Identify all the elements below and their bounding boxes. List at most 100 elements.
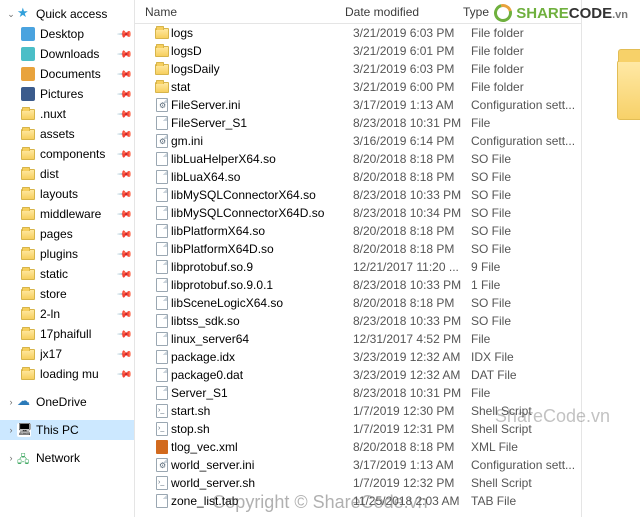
file-row[interactable]: logsD3/21/2019 6:01 PMFile folder [135, 42, 581, 60]
file-row[interactable]: logs3/21/2019 6:03 PMFile folder [135, 24, 581, 42]
pin-icon: 📌 [116, 86, 132, 102]
nav-desktop[interactable]: Desktop 📌 [0, 24, 134, 44]
watermark-logo: SHARECODE.vn [494, 4, 628, 22]
folder-icon [20, 266, 36, 282]
file-row[interactable]: libLuaX64.so8/20/2018 8:18 PMSO File [135, 168, 581, 186]
nav-pinned-folder[interactable]: 17phaifull📌 [0, 324, 134, 344]
file-row[interactable]: world_server.ini3/17/2019 1:13 AMConfigu… [135, 456, 581, 474]
file-date: 3/17/2019 1:13 AM [353, 458, 471, 472]
file-date: 12/21/2017 11:20 ... [353, 260, 471, 274]
file-date: 3/17/2019 1:13 AM [353, 98, 471, 112]
file-row[interactable]: stat3/21/2019 6:00 PMFile folder [135, 78, 581, 96]
folder-icon [20, 206, 36, 222]
nav-pinned-folder[interactable]: store📌 [0, 284, 134, 304]
file-row[interactable]: logsDaily3/21/2019 6:03 PMFile folder [135, 60, 581, 78]
nav-onedrive[interactable]: › OneDrive [0, 392, 134, 412]
file-row[interactable]: libtss_sdk.so8/23/2018 10:33 PMSO File [135, 312, 581, 330]
file-type: Configuration sett... [471, 98, 581, 112]
file-type: File folder [471, 44, 581, 58]
file-row[interactable]: libLuaHelperX64.so8/20/2018 8:18 PMSO Fi… [135, 150, 581, 168]
nav-pinned-folder[interactable]: jx17📌 [0, 344, 134, 364]
file-date: 1/7/2019 12:32 PM [353, 476, 471, 490]
onedrive-icon [16, 394, 32, 410]
file-icon [153, 116, 171, 130]
nav-pinned-folder[interactable]: pages📌 [0, 224, 134, 244]
file-row[interactable]: libSceneLogicX64.so8/20/2018 8:18 PMSO F… [135, 294, 581, 312]
file-date: 1/7/2019 12:31 PM [353, 422, 471, 436]
nav-pinned-folder[interactable]: middleware📌 [0, 204, 134, 224]
file-name: world_server.sh [171, 476, 353, 490]
file-name: libprotobuf.so.9 [171, 260, 353, 274]
file-name: logs [171, 26, 353, 40]
file-icon [153, 188, 171, 202]
file-name: libPlatformX64D.so [171, 242, 353, 256]
file-name: world_server.ini [171, 458, 353, 472]
file-icon [153, 224, 171, 238]
file-type: Configuration sett... [471, 134, 581, 148]
file-rows: logs3/21/2019 6:03 PMFile folderlogsD3/2… [135, 24, 581, 517]
file-row[interactable]: package0.dat3/23/2019 12:32 AMDAT File [135, 366, 581, 384]
nav-pinned-folder[interactable]: layouts📌 [0, 184, 134, 204]
folder-icon [20, 366, 36, 382]
file-icon [153, 152, 171, 166]
downloads-icon [20, 46, 36, 62]
logo-ring-icon [491, 1, 516, 26]
nav-network[interactable]: › Network [0, 448, 134, 468]
header-date[interactable]: Date modified [343, 0, 461, 23]
file-row[interactable]: Server_S18/23/2018 10:31 PMFile [135, 384, 581, 402]
file-date: 3/21/2019 6:01 PM [353, 44, 471, 58]
nav-pinned-folder[interactable]: assets📌 [0, 124, 134, 144]
file-row[interactable]: libprotobuf.so.912/21/2017 11:20 ...9 Fi… [135, 258, 581, 276]
folder-icon [20, 166, 36, 182]
folder-icon [20, 326, 36, 342]
file-explorer-window: ⌄ Quick access Desktop 📌 Downloads 📌 Doc… [0, 0, 640, 517]
file-row[interactable]: libMySQLConnectorX64.so8/23/2018 10:33 P… [135, 186, 581, 204]
file-type: SO File [471, 242, 581, 256]
file-type: File folder [471, 26, 581, 40]
nav-this-pc[interactable]: › This PC [0, 420, 134, 440]
header-name[interactable]: Name [143, 0, 343, 23]
pin-icon: 📌 [116, 106, 132, 122]
file-icon [153, 350, 171, 364]
folder-icon [20, 306, 36, 322]
nav-pinned-folder[interactable]: loading mu📌 [0, 364, 134, 384]
nav-label: 2-ln [40, 307, 118, 321]
file-row[interactable]: libprotobuf.so.9.0.18/23/2018 10:33 PM1 … [135, 276, 581, 294]
nav-pinned-folder[interactable]: components📌 [0, 144, 134, 164]
file-date: 1/7/2019 12:30 PM [353, 404, 471, 418]
file-row[interactable]: libPlatformX64D.so8/20/2018 8:18 PMSO Fi… [135, 240, 581, 258]
file-name: libSceneLogicX64.so [171, 296, 353, 310]
pin-icon: 📌 [116, 246, 132, 262]
nav-pinned-folder[interactable]: 2-ln📌 [0, 304, 134, 324]
file-row[interactable]: FileServer.ini3/17/2019 1:13 AMConfigura… [135, 96, 581, 114]
nav-pictures[interactable]: Pictures 📌 [0, 84, 134, 104]
file-row[interactable]: libMySQLConnectorX64D.so8/23/2018 10:34 … [135, 204, 581, 222]
file-row[interactable]: linux_server6412/31/2017 4:52 PMFile [135, 330, 581, 348]
nav-documents[interactable]: Documents 📌 [0, 64, 134, 84]
file-row[interactable]: FileServer_S18/23/2018 10:31 PMFile [135, 114, 581, 132]
nav-pinned-folder[interactable]: static📌 [0, 264, 134, 284]
nav-pinned-folder[interactable]: .nuxt📌 [0, 104, 134, 124]
file-row[interactable]: gm.ini3/16/2019 6:14 PMConfiguration set… [135, 132, 581, 150]
file-type: Configuration sett... [471, 458, 581, 472]
file-name: libprotobuf.so.9.0.1 [171, 278, 353, 292]
nav-downloads[interactable]: Downloads 📌 [0, 44, 134, 64]
nav-pinned-folder[interactable]: dist📌 [0, 164, 134, 184]
nav-pinned-folder[interactable]: plugins📌 [0, 244, 134, 264]
file-icon [153, 368, 171, 382]
file-name: Server_S1 [171, 386, 353, 400]
file-row[interactable]: libPlatformX64.so8/20/2018 8:18 PMSO Fil… [135, 222, 581, 240]
file-row[interactable]: package.idx3/23/2019 12:32 AMIDX File [135, 348, 581, 366]
folder-icon [20, 286, 36, 302]
file-row[interactable]: tlog_vec.xml8/20/2018 8:18 PMXML File [135, 438, 581, 456]
quick-access-icon [16, 6, 32, 22]
nav-quick-access[interactable]: ⌄ Quick access [0, 4, 134, 24]
file-row[interactable]: world_server.sh1/7/2019 12:32 PMShell Sc… [135, 474, 581, 492]
file-name: stop.sh [171, 422, 353, 436]
pin-icon: 📌 [116, 226, 132, 242]
file-list-pane: Name Date modified Type logs3/21/2019 6:… [135, 0, 581, 517]
navigation-pane: ⌄ Quick access Desktop 📌 Downloads 📌 Doc… [0, 0, 135, 517]
file-name: libtss_sdk.so [171, 314, 353, 328]
folder-icon [20, 186, 36, 202]
watermark-text: ShareCode.vn [495, 406, 610, 427]
